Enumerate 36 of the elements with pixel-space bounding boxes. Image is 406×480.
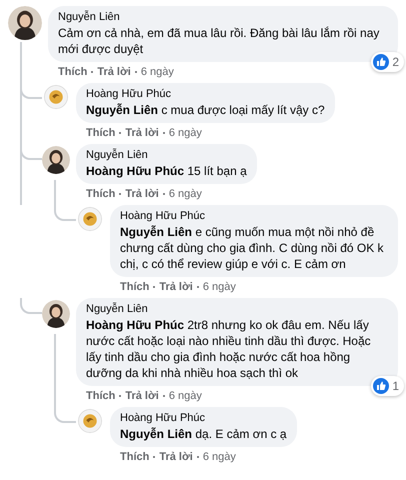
like-icon xyxy=(373,378,390,394)
avatar[interactable] xyxy=(42,300,70,328)
reaction-count[interactable]: 2 xyxy=(371,52,404,72)
reaction-count[interactable]: 1 xyxy=(371,376,404,396)
comment-text: Nguyễn Liên e cũng muốn mua một nồi nhỏ đề chưng cất dùng cho gia đình. C dùng nồi đó OK k chị, c có thể review giúp e với c. E cảm ơn xyxy=(120,224,385,272)
author-name[interactable]: Nguyễn Liên xyxy=(86,148,247,163)
comment-text: Nguyễn Liên c mua được loại mấy lít vậy c? xyxy=(86,102,325,118)
timestamp[interactable]: 6 ngày xyxy=(168,187,202,201)
author-name[interactable]: Hoàng Hữu Phúc xyxy=(86,87,325,102)
like-link[interactable]: Thích xyxy=(86,187,116,201)
reply-link[interactable]: Trả lời xyxy=(159,280,193,294)
like-link[interactable]: Thích xyxy=(120,280,150,294)
like-link[interactable]: Thích xyxy=(86,389,116,403)
comment-text: Hoàng Hữu Phúc 15 lít bạn ạ xyxy=(86,163,247,179)
reply-link[interactable]: Trả lời xyxy=(125,187,159,201)
reply-link[interactable]: Trả lời xyxy=(97,65,131,79)
author-name[interactable]: Nguyễn Liên xyxy=(58,10,388,25)
timestamp[interactable]: 6 ngày xyxy=(168,389,202,403)
like-link[interactable]: Thích xyxy=(86,126,116,140)
author-name[interactable]: Hoàng Hữu Phúc xyxy=(120,411,287,426)
timestamp[interactable]: 6 ngày xyxy=(202,450,236,464)
reply-link[interactable]: Trả lời xyxy=(159,450,193,464)
avatar[interactable] xyxy=(42,146,70,174)
timestamp[interactable]: 6 ngày xyxy=(140,65,174,79)
comment-text: Nguyễn Liên dạ. E cảm ơn c ạ xyxy=(120,426,287,442)
like-link[interactable]: Thích xyxy=(58,65,88,79)
author-name[interactable]: Nguyễn Liên xyxy=(86,302,388,317)
reply-link[interactable]: Trả lời xyxy=(125,389,159,403)
like-icon xyxy=(373,54,390,70)
comment-text: Hoàng Hữu Phúc 2tr8 nhưng ko ok đâu em. Nếu lấy nước cất hoặc loại nào nhiều tinh dầu thì được. Hoặc lấy tinh dầu cho gia đình hoặc nước cất hoa hồng dưỡng da khi nhà nhiều hoa sạch thì ok xyxy=(86,317,372,381)
reply-link[interactable]: Trả lời xyxy=(125,126,159,140)
like-link[interactable]: Thích xyxy=(120,450,150,464)
timestamp[interactable]: 6 ngày xyxy=(202,280,236,294)
avatar[interactable] xyxy=(8,6,42,40)
timestamp[interactable]: 6 ngày xyxy=(168,126,202,140)
author-name[interactable]: Hoàng Hữu Phúc xyxy=(120,209,388,224)
